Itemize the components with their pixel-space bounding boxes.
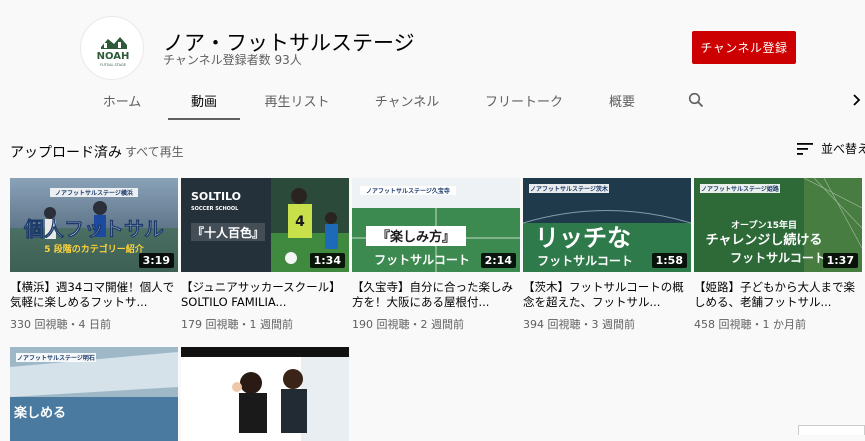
video-meta: 190 回視聴・2 週間前: [352, 318, 464, 331]
thumb-headline: 個人フットサル: [23, 217, 164, 241]
thumb-headline: 『楽しみ方』: [377, 229, 455, 245]
thumb-banner-text: ノアフットサルステージ横浜: [55, 189, 133, 197]
thumb-subline: 『十人百色』: [192, 225, 264, 240]
tab-videos[interactable]: 動画: [168, 80, 240, 120]
video-thumbnail[interactable]: 4 SOLTILO SOCCER SCHOOL 『十人百色』 1:34: [181, 178, 349, 272]
thumb-tagline: フットサルコート: [730, 251, 826, 265]
video-title[interactable]: 【茨木】フットサルコートの概念を超えた、フットサル...: [523, 280, 691, 310]
video-thumbnail[interactable]: ノアフットサルステージ横浜 個人フットサル 5 段階のカテゴリー紹介 3:19: [10, 178, 178, 272]
thumb-banner-text: SOLTILO: [191, 190, 241, 203]
video-duration: 2:14: [480, 253, 516, 268]
video-thumbnail[interactable]: ノアフットサルステージ姫路 オープン15年目 チャレンジし続ける フットサルコー…: [694, 178, 862, 272]
thumb-subline: 5 段階のカテゴリー紹介: [44, 243, 144, 255]
thumb-subline: フットサルコート: [374, 253, 470, 267]
video-thumbnail[interactable]: ノアフットサルステージ久宝寺 『楽しみ方』 フットサルコート 2:14: [352, 178, 520, 272]
video-duration: 1:34: [309, 253, 345, 268]
avatar-logo-subtext: FUTSAL STAGE: [100, 63, 126, 67]
video-thumbnail[interactable]: ノアフットサルステージ明石 楽しめる: [10, 347, 178, 441]
video-card[interactable]: ノアフットサルステージ茨木 リッチな フットサルコート 1:58 【茨木】フット…: [523, 178, 691, 332]
play-all-link[interactable]: すべて再生: [125, 143, 184, 160]
video-card[interactable]: ノアフットサルステージ横浜 個人フットサル 5 段階のカテゴリー紹介 3:19 …: [10, 178, 178, 332]
video-card[interactable]: ノアフットサルステージ明石 楽しめる: [10, 347, 178, 441]
tab-about[interactable]: 概要: [598, 80, 646, 120]
video-title[interactable]: 【横浜】週34コマ開催！個人で気軽に楽しめるフットサ...: [10, 280, 178, 310]
video-card[interactable]: ノアフットサルステージ久宝寺 『楽しみ方』 フットサルコート 2:14 【久宝寺…: [352, 178, 520, 332]
thumb-jersey-number: 4: [295, 214, 305, 230]
thumb-banner-text: ノアフットサルステージ姫路: [701, 185, 780, 193]
video-thumbnail[interactable]: ノアフットサルステージ茨木 リッチな フットサルコート 1:58: [523, 178, 691, 272]
videos-section: アップロード済み すべて再生 並べ替え ノアフットサルステージ横浜 個人フットサ…: [0, 120, 865, 441]
thumb-headline: 楽しめる: [13, 405, 66, 421]
video-card[interactable]: 4 SOLTILO SOCCER SCHOOL 『十人百色』 1:34 【ジュニ…: [181, 178, 349, 332]
video-meta: 394 回視聴・3 週間前: [523, 318, 635, 331]
video-card[interactable]: [181, 347, 349, 441]
subscriber-count: チャンネル登録者数 93人: [163, 53, 302, 67]
video-meta: 330 回視聴・4 日前: [10, 318, 111, 331]
avatar-logo-text: NOAH: [97, 51, 130, 62]
sort-button[interactable]: 並べ替え: [797, 140, 865, 157]
subscribe-button[interactable]: チャンネル登録: [692, 31, 796, 64]
corner-overlay: [798, 425, 865, 435]
channel-tabs: ホーム 動画 再生リスト チャンネル フリートーク 概要: [0, 80, 865, 120]
tab-free-talk[interactable]: フリートーク: [480, 80, 568, 120]
video-title[interactable]: 【姫路】子どもから大人まで楽しめる、老舗フットサル...: [694, 280, 862, 310]
shelf-title: アップロード済み: [10, 145, 122, 161]
sort-label: 並べ替え: [821, 142, 865, 156]
thumb-subline: フットサルコート: [537, 254, 633, 268]
video-thumbnail[interactable]: [181, 347, 349, 441]
video-title[interactable]: 【ジュニアサッカースクール】SOLTILO FAMILIA...: [181, 280, 349, 310]
tab-playlists[interactable]: 再生リスト: [256, 80, 338, 120]
tab-channels[interactable]: チャンネル: [366, 80, 448, 120]
sort-icon: [797, 142, 813, 155]
tab-home[interactable]: ホーム: [92, 80, 152, 120]
channel-header: NOAH FUTSAL STAGE ノア・フットサルステージ チャンネル登録者数…: [0, 0, 865, 120]
thumb-banner-text: ノアフットサルステージ明石: [17, 354, 95, 362]
video-meta: 179 回視聴・1 週間前: [181, 318, 293, 331]
search-icon[interactable]: [680, 80, 712, 120]
thumb-banner-text: ノアフットサルステージ久宝寺: [366, 187, 450, 195]
thumb-headline: オープン15年目: [731, 219, 797, 231]
video-duration: 1:58: [651, 253, 687, 268]
video-duration: 3:19: [138, 253, 174, 268]
video-title[interactable]: 【久宝寺】自分に合った楽しみ方を！大阪にある屋根付...: [352, 280, 520, 310]
video-meta: 458 回視聴・1 か月前: [694, 318, 806, 331]
video-duration: 1:37: [822, 253, 858, 268]
thumb-subline: チャレンジし続ける: [706, 232, 823, 248]
thumb-headline: リッチな: [535, 224, 631, 252]
thumb-headline: SOCCER SCHOOL: [191, 206, 239, 212]
channel-avatar[interactable]: NOAH FUTSAL STAGE: [80, 16, 144, 80]
video-card[interactable]: ノアフットサルステージ姫路 オープン15年目 チャレンジし続ける フットサルコー…: [694, 178, 862, 332]
thumb-banner-text: ノアフットサルステージ茨木: [530, 185, 609, 193]
chevron-right-icon[interactable]: [846, 80, 865, 120]
